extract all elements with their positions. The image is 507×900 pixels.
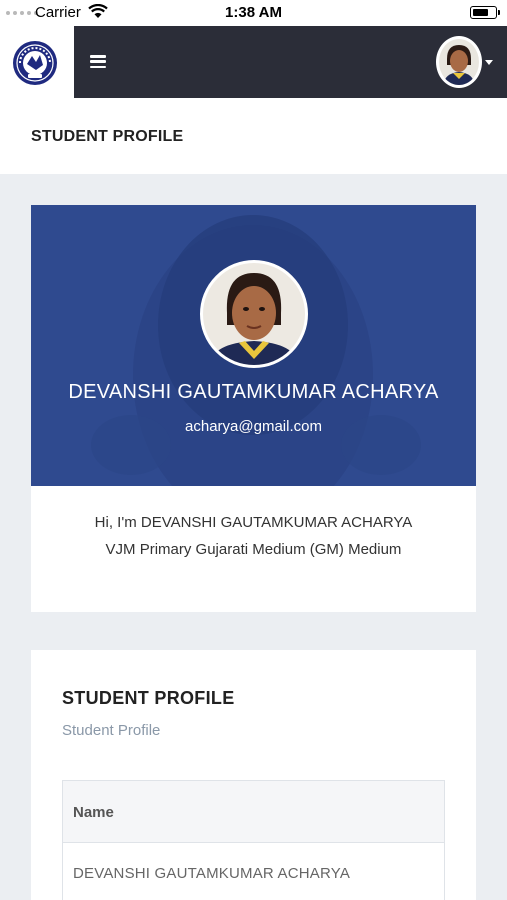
- status-bar: Carrier 1:38 AM: [0, 0, 507, 26]
- student-photo-icon: [439, 39, 479, 85]
- student-photo-icon: [203, 263, 305, 365]
- user-avatar[interactable]: [436, 36, 482, 88]
- intro-greeting: Hi, I'm DEVANSHI GAUTAMKUMAR ACHARYA: [94, 514, 413, 531]
- table-cell-name: DEVANSHI GAUTAMKUMAR ACHARYA: [73, 865, 351, 882]
- profile-table: Name DEVANSHI GAUTAMKUMAR ACHARYA: [62, 780, 445, 900]
- section-subtitle: Student Profile: [62, 722, 161, 739]
- battery-icon: [470, 6, 500, 19]
- logo-area[interactable]: [0, 26, 74, 98]
- student-name: DEVANSHI GAUTAMKUMAR ACHARYA: [68, 381, 439, 403]
- page-header: STUDENT PROFILE: [0, 98, 507, 174]
- hamburger-menu-icon[interactable]: [90, 55, 106, 68]
- page-title: STUDENT PROFILE: [31, 128, 184, 145]
- top-navbar: [74, 26, 507, 98]
- intro-school: VJM Primary Gujarati Medium (GM) Medium: [105, 541, 402, 558]
- school-logo-icon: [13, 41, 57, 85]
- profile-photo: [200, 260, 308, 368]
- profile-card: DEVANSHI GAUTAMKUMAR ACHARYA acharya@gma…: [31, 205, 476, 612]
- student-profile-section: STUDENT PROFILE Student Profile Name DEV…: [31, 650, 476, 900]
- section-title: STUDENT PROFILE: [62, 688, 235, 708]
- student-email: acharya@gmail.com: [185, 418, 322, 435]
- table-header-name: Name: [63, 781, 444, 843]
- clock: 1:38 AM: [225, 4, 282, 21]
- profile-intro: Hi, I'm DEVANSHI GAUTAMKUMAR ACHARYA VJM…: [31, 509, 476, 563]
- caret-down-icon[interactable]: [485, 60, 493, 65]
- profile-hero-banner: DEVANSHI GAUTAMKUMAR ACHARYA acharya@gma…: [31, 205, 476, 486]
